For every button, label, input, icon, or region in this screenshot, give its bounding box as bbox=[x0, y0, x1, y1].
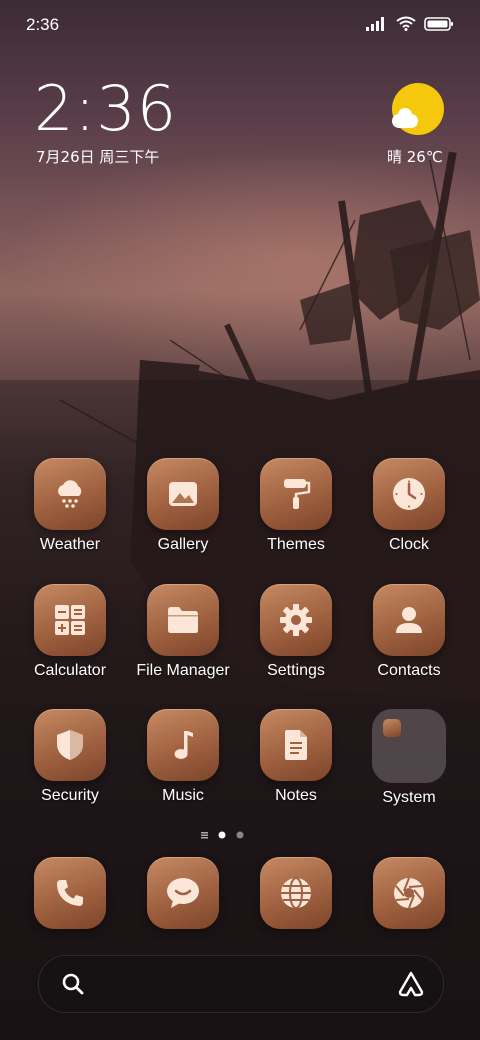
status-time: 2:36 bbox=[26, 15, 60, 34]
signal-icon bbox=[366, 16, 384, 31]
app-file-manager[interactable]: File Manager bbox=[127, 584, 239, 680]
folder-icon bbox=[168, 607, 198, 633]
app-label: Themes bbox=[267, 536, 325, 553]
app-label: Weather bbox=[39, 536, 101, 553]
page-dot-active bbox=[218, 831, 226, 839]
paint-roller-icon bbox=[284, 479, 311, 509]
person-icon bbox=[396, 607, 422, 633]
app-label: System bbox=[382, 789, 436, 806]
app-security[interactable]: Security bbox=[14, 709, 126, 805]
app-label: Notes bbox=[275, 787, 317, 804]
app-themes[interactable]: Themes bbox=[240, 458, 352, 554]
app-label: Contacts bbox=[377, 662, 441, 679]
app-contacts[interactable]: Contacts bbox=[353, 584, 465, 680]
dock-phone[interactable] bbox=[14, 857, 126, 929]
weather-cloud-snow-icon bbox=[58, 480, 82, 508]
dock-camera[interactable] bbox=[353, 857, 465, 929]
dock-messages[interactable] bbox=[127, 857, 239, 929]
battery-icon bbox=[424, 16, 453, 31]
document-icon bbox=[285, 730, 307, 760]
globe-icon bbox=[281, 877, 311, 909]
app-label: Security bbox=[41, 787, 99, 804]
app-label: Gallery bbox=[157, 536, 209, 553]
gallery-image-icon bbox=[169, 482, 197, 506]
music-note-icon bbox=[174, 731, 193, 759]
folder-mini-app-icon bbox=[383, 719, 401, 737]
shield-icon bbox=[57, 730, 83, 760]
dock-browser[interactable] bbox=[240, 857, 352, 929]
clock-widget-date: 7月26日 周三下午 bbox=[36, 148, 160, 166]
app-music[interactable]: Music bbox=[127, 709, 239, 805]
app-label: File Manager bbox=[136, 662, 230, 679]
search-icon[interactable] bbox=[61, 972, 85, 996]
app-label: Clock bbox=[388, 536, 429, 553]
gear-icon bbox=[280, 604, 312, 636]
page-indicator[interactable] bbox=[0, 828, 480, 842]
app-weather[interactable]: Weather bbox=[14, 458, 126, 554]
app-settings[interactable]: Settings bbox=[240, 584, 352, 680]
app-gallery[interactable]: Gallery bbox=[127, 458, 239, 554]
calculator-icon bbox=[55, 605, 85, 635]
page-dot bbox=[236, 831, 244, 839]
app-clock[interactable]: Clock bbox=[353, 458, 465, 554]
wifi-icon bbox=[396, 16, 416, 31]
cloud-icon bbox=[392, 108, 418, 128]
folder-group-icon bbox=[372, 709, 446, 783]
assistant-icon[interactable] bbox=[397, 970, 425, 998]
search-bar[interactable] bbox=[38, 955, 444, 1013]
app-notes[interactable]: Notes bbox=[240, 709, 352, 805]
app-system-folder[interactable]: System bbox=[353, 709, 465, 807]
app-label: Music bbox=[162, 787, 204, 804]
status-bar: 2:36 bbox=[0, 0, 480, 50]
camera-aperture-icon bbox=[394, 877, 424, 909]
app-calculator[interactable]: Calculator bbox=[14, 584, 126, 680]
app-label: Calculator bbox=[33, 662, 107, 679]
weather-widget-text: 晴 26℃ bbox=[387, 148, 443, 166]
clock-icon bbox=[393, 478, 425, 510]
home-list-icon bbox=[201, 832, 208, 839]
phone-icon bbox=[57, 880, 83, 906]
app-label: Settings bbox=[267, 662, 325, 679]
clock-widget-time[interactable]: 2:36 bbox=[34, 74, 177, 144]
chat-bubble-icon bbox=[167, 878, 199, 908]
